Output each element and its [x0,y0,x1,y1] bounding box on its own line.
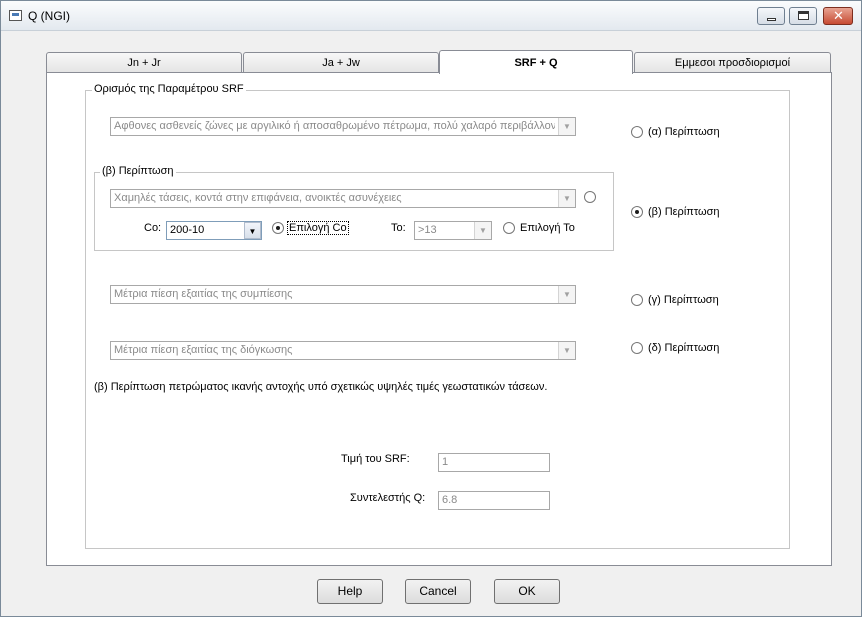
case-a-radio-label[interactable]: (α) Περίπτωση [648,126,720,138]
srf-value-field[interactable]: 1 [438,453,550,472]
srf-definition-group: Ορισμός της Παραμέτρου SRF [85,83,790,549]
chevron-down-icon: ▼ [558,286,575,303]
cancel-button[interactable]: Cancel [405,579,471,604]
to-select[interactable]: >13 ▼ [414,221,492,240]
app-icon [9,10,22,21]
window-title: Q (NGI) [28,9,70,23]
co-select[interactable]: 200-10 ▼ [166,221,262,240]
chevron-down-icon: ▼ [558,342,575,359]
co-label: Co: [144,222,162,234]
to-option-label[interactable]: Επιλογή Το [520,222,575,234]
case-c-radio[interactable] [631,294,643,306]
co-option-radio[interactable] [272,222,284,234]
case-a-combobox[interactable]: Αφθονες ασθενείς ζώνες με αργιλικό ή απο… [110,117,576,136]
case-c-combobox[interactable]: Μέτρια πίεση εξαιτίας της συμπίεσης ▼ [110,285,576,304]
maximize-icon [798,11,809,20]
case-b-combo-radio[interactable] [584,191,596,203]
case-description: (β) Περίπτωση πετρώματος ικανής αντοχής … [94,381,548,393]
co-option-label[interactable]: Επιλογή Co [287,221,349,235]
minimize-icon [767,18,776,21]
to-value: >13 [418,224,437,236]
maximize-button[interactable] [789,7,817,25]
tab-indirect-determinations[interactable]: Εμμεσοι προσδιορισμοί [634,52,831,73]
minimize-button[interactable] [757,7,785,25]
srf-q-panel: Ορισμός της Παραμέτρου SRF Αφθονες ασθεν… [46,72,832,566]
case-b-combo-value: Χαμηλές τάσεις, κοντά στην επιφάνεια, αν… [114,192,402,204]
case-b-combobox[interactable]: Χαμηλές τάσεις, κοντά στην επιφάνεια, αν… [110,189,576,208]
title-bar[interactable]: Q (NGI) ✕ [1,1,861,31]
case-b-radio[interactable] [631,206,643,218]
chevron-down-icon: ▼ [558,118,575,135]
case-d-radio-label[interactable]: (δ) Περίπτωση [648,342,719,354]
case-d-combo-value: Μέτρια πίεση εξαιτίας της διόγκωσης [114,344,293,356]
case-c-combo-value: Μέτρια πίεση εξαιτίας της συμπίεσης [114,288,293,300]
case-a-radio[interactable] [631,126,643,138]
chevron-down-icon: ▼ [558,190,575,207]
ok-button[interactable]: OK [494,579,560,604]
help-button[interactable]: Help [317,579,383,604]
co-value: 200-10 [170,224,205,236]
srf-group-title: Ορισμός της Παραμέτρου SRF [92,83,246,95]
q-value-field[interactable]: 6.8 [438,491,550,510]
case-d-combobox[interactable]: Μέτρια πίεση εξαιτίας της διόγκωσης ▼ [110,341,576,360]
tab-ja-jw[interactable]: Ja + Jw [243,52,439,73]
case-a-combo-value: Αφθονες ασθενείς ζώνες με αργιλικό ή απο… [114,120,555,132]
srf-value-label: Τιμή του SRF: [341,453,410,465]
tab-jn-jr[interactable]: Jn + Jr [46,52,242,73]
q-ngi-window: Q (NGI) ✕ Jn + Jr Ja + Jw SRF + Q Εμμεσο… [0,0,862,617]
chevron-down-icon: ▼ [244,222,261,239]
case-c-radio-label[interactable]: (γ) Περίπτωση [648,294,719,306]
chevron-down-icon: ▼ [474,222,491,239]
close-icon: ✕ [833,8,844,23]
tab-srf-q[interactable]: SRF + Q [439,50,633,74]
to-label: To: [391,222,406,234]
case-d-radio[interactable] [631,342,643,354]
case-b-radio-label[interactable]: (β) Περίπτωση [648,206,720,218]
close-button[interactable]: ✕ [823,7,853,25]
to-option-radio[interactable] [503,222,515,234]
q-label: Συντελεστής Q: [350,492,426,504]
case-b-group-title: (β) Περίπτωση [100,165,176,177]
